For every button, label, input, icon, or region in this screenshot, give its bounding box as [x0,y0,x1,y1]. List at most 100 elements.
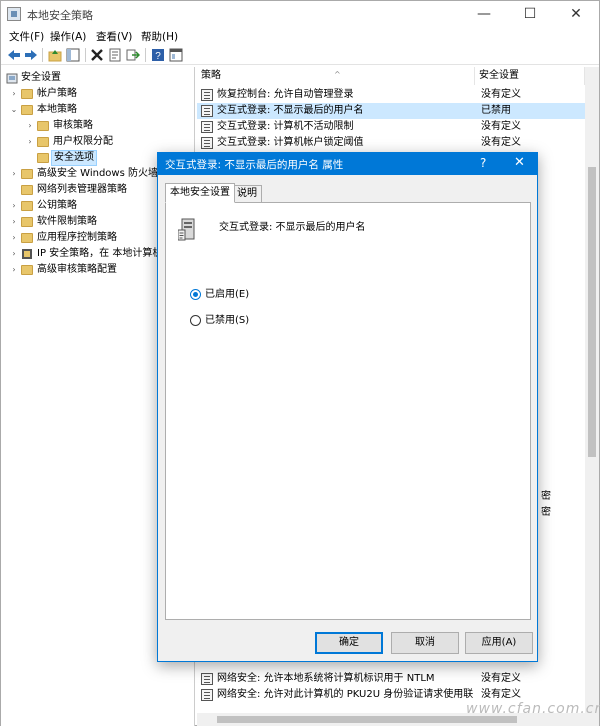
dialog-title-bar[interactable]: 交互式登录: 不显示最后的用户名 属性 ? ✕ [158,153,537,175]
delete-icon[interactable] [90,48,104,62]
collapse-chevron-icon[interactable]: ⌄ [9,102,19,118]
console-icon[interactable] [169,48,183,62]
table-row[interactable]: 网络安全: 允许本地系统将计算机标识用于 NTLM 没有定义 [197,671,585,687]
policy-setting: 没有定义 [481,673,521,684]
tree-item-account-policy[interactable]: › 帐户策略 [1,86,191,102]
ok-button[interactable]: 确定 [315,632,383,654]
policy-setting: 没有定义 [481,137,521,148]
policy-icon [201,105,213,117]
expand-chevron-icon[interactable]: › [9,214,19,230]
tree-item-label: 网络列表管理器策略 [37,184,127,195]
ip-security-icon [22,249,32,259]
help-icon[interactable]: ? [151,48,165,62]
column-header-label: 策略 [201,70,221,81]
radio-label: 已启用(E) [205,289,250,300]
dialog-close-button[interactable]: ✕ [514,155,525,170]
folder-icon [21,217,33,227]
close-button[interactable]: ✕ [553,1,599,27]
tree-item-audit-policy[interactable]: › 审核策略 [1,118,191,134]
title-bar[interactable]: 本地安全策略 — ☐ ✕ [1,1,599,27]
show-hide-tree-icon[interactable] [66,48,80,62]
tree-item-local-policy[interactable]: ⌄ 本地策略 [1,102,191,118]
table-row[interactable]: 交互式登录: 计算机不活动限制 没有定义 [197,119,585,135]
expand-chevron-icon[interactable]: › [25,118,35,134]
security-settings-icon [6,73,18,84]
table-row[interactable]: 交互式登录: 计算机帐户锁定阈值 没有定义 [197,135,585,151]
column-header-setting[interactable]: 安全设置 [475,67,585,85]
watermark: www.cfan.com.cn [466,701,600,717]
menu-action[interactable]: 操作(A) [50,29,86,44]
policy-icon [201,121,213,133]
folder-icon [37,121,49,131]
column-header-policy[interactable]: 策略 ^ [197,67,475,85]
minimize-button[interactable]: — [461,1,507,27]
expand-chevron-icon[interactable]: › [25,134,35,150]
properties-dialog: 交互式登录: 不显示最后的用户名 属性 ? ✕ 本地安全设置 说明 交互式登录:… [157,152,538,662]
policy-name: 网络安全: 允许本地系统将计算机标识用于 NTLM [217,673,435,684]
expand-chevron-icon[interactable]: › [9,166,19,182]
back-icon[interactable] [7,48,21,62]
expand-chevron-icon[interactable]: › [9,262,19,278]
toolbar-separator [42,48,43,62]
expand-chevron-icon[interactable]: › [9,86,19,102]
policy-heading: 交互式登录: 不显示最后的用户名 [219,222,366,233]
tree-item-label: 审核策略 [53,120,93,131]
policy-setting: 没有定义 [481,89,521,100]
menu-file[interactable]: 文件(F) [9,29,44,44]
table-row[interactable]: 恢复控制台: 允许自动管理登录 没有定义 [197,87,585,103]
tab-panel: 交互式登录: 不显示最后的用户名 已启用(E) 已禁用(S) [165,202,531,620]
folder-icon [21,89,33,99]
tree-item-label: 用户权限分配 [53,136,113,147]
radio-unchecked-icon[interactable] [190,315,201,326]
tab-local-security-setting[interactable]: 本地安全设置 [165,183,235,203]
folder-icon [21,233,33,243]
vertical-scrollbar[interactable] [585,67,599,726]
scrollbar-thumb[interactable] [588,167,596,457]
tree-item-user-rights[interactable]: › 用户权限分配 [1,134,191,150]
toolbar-separator [145,48,146,62]
tab-explain[interactable]: 说明 [232,185,262,203]
tree-item-label: 高级安全 Windows 防火墙 [37,168,158,179]
scrollbar-thumb[interactable] [217,716,517,723]
forward-icon[interactable] [24,48,38,62]
folder-icon [21,201,33,211]
tree-root-label: 安全设置 [21,72,61,83]
tree-item-label: 公钥策略 [37,200,77,211]
tree-root[interactable]: 安全设置 [1,70,191,86]
dialog-help-button[interactable]: ? [480,156,486,170]
sort-ascending-icon: ^ [334,70,341,79]
export-icon[interactable] [126,48,140,62]
policy-icon [201,89,213,101]
toolbar-separator [85,48,86,62]
menu-bar: 文件(F) 操作(A) 查看(V) 帮助(H) [1,27,599,45]
menu-view[interactable]: 查看(V) [96,29,132,44]
tree-item-label: 帐户策略 [37,88,77,99]
properties-icon[interactable] [108,48,122,62]
tree-item-label: 高级审核策略配置 [37,264,117,275]
menu-help[interactable]: 帮助(H) [141,29,178,44]
cancel-button[interactable]: 取消 [391,632,459,654]
tree-item-label: 本地策略 [37,104,77,115]
tree-item-label: 软件限制策略 [37,216,97,227]
radio-checked-icon[interactable] [190,289,201,300]
policy-setting: 已禁用 [481,105,511,116]
partial-setting-text: 密 [541,491,551,502]
tree-item-label: 应用程序控制策略 [37,232,117,243]
policy-icon [201,137,213,149]
tree-item-label: 安全选项 [51,150,97,166]
svg-text:?: ? [155,51,161,62]
toolbar: ? [1,45,599,65]
up-folder-icon[interactable] [48,48,62,62]
partial-setting-text: 密 [541,507,551,518]
apply-button[interactable]: 应用(A) [465,632,533,654]
radio-label: 已禁用(S) [205,315,250,326]
expand-chevron-icon[interactable]: › [9,198,19,214]
policy-name: 交互式登录: 计算机帐户锁定阈值 [217,137,364,148]
policy-name: 交互式登录: 不显示最后的用户名 [217,105,364,116]
table-row-selected[interactable]: 交互式登录: 不显示最后的用户名 已禁用 [197,103,585,119]
expand-chevron-icon[interactable]: › [9,246,19,262]
window-title: 本地安全策略 [27,9,93,22]
security-policy-app-icon [7,7,21,21]
maximize-button[interactable]: ☐ [507,1,553,27]
expand-chevron-icon[interactable]: › [9,230,19,246]
